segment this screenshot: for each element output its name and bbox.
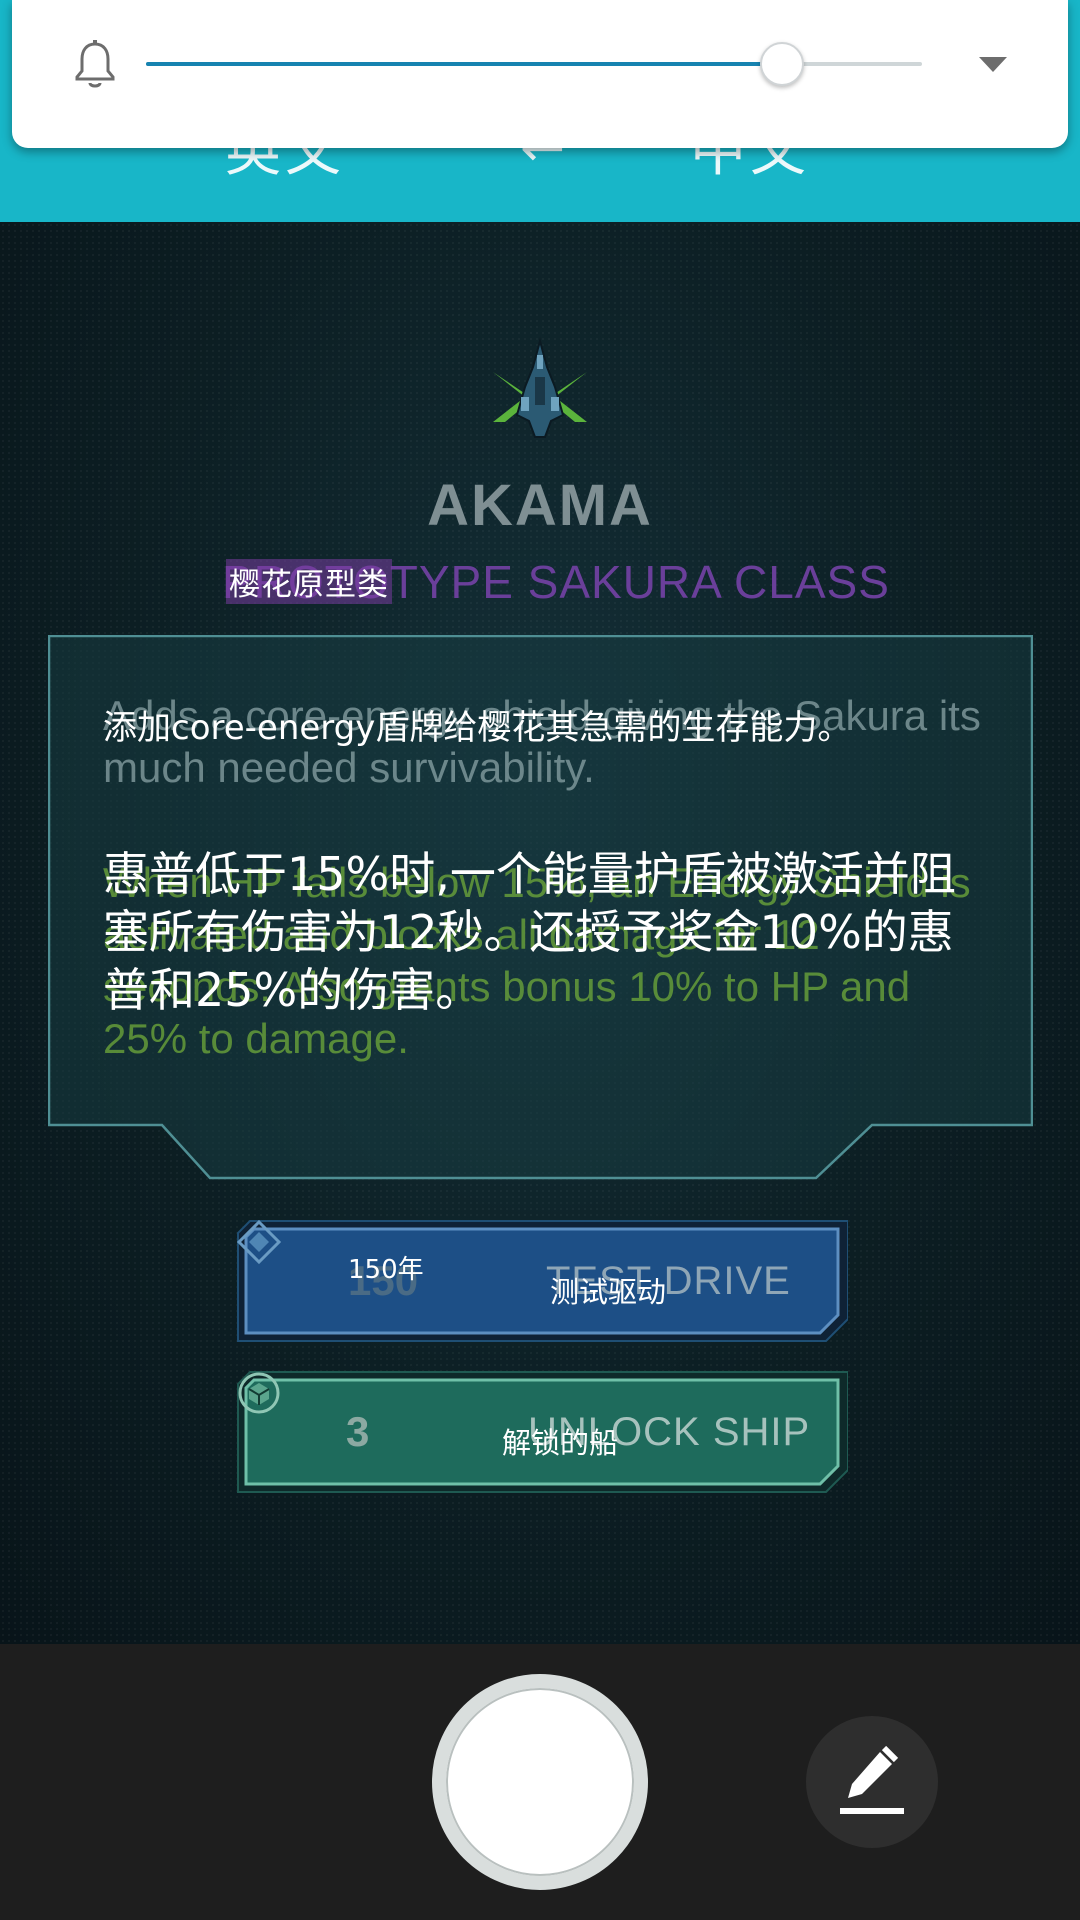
volume-slider-fill — [146, 62, 783, 66]
test-drive-label-translation: 测试驱动 — [550, 1275, 667, 1309]
unlock-ship-label-translation: 解锁的船 — [502, 1426, 619, 1460]
expand-arrow-icon[interactable] — [976, 48, 1010, 78]
ship-class: PROTOTYPE SAKURA CLASS 樱花原型类 — [222, 547, 889, 609]
description-translation: 添加core-energy盾牌给樱花其急需的生存能力。 — [103, 708, 852, 748]
unlock-ship-button[interactable]: 3 UNLOCK SHIP 解锁的船 — [236, 1370, 848, 1494]
starship-icon — [493, 337, 587, 438]
camera-controls-bar — [0, 1644, 1080, 1920]
ship-name: AKAMA — [427, 473, 653, 538]
pencil-icon — [840, 1746, 904, 1814]
bell-icon[interactable] — [72, 40, 118, 90]
test-drive-cost-translation: 150年 — [348, 1255, 424, 1285]
screen: ‹ 英文 ⇄ 中文 AKAMA — [0, 0, 1080, 1920]
volume-slider[interactable] — [146, 42, 922, 86]
ship-detail-screen: AKAMA PROTOTYPE SAKURA CLASS 樱花原型类 Adds … — [0, 222, 1080, 1644]
ship-description-panel: Adds a core-energy shield giving the Sak… — [48, 635, 1033, 1181]
unlock-token-icon — [238, 1372, 280, 1414]
ship-class-translation: 樱花原型类 — [226, 559, 392, 604]
unlock-ship-cost: 3 — [346, 1408, 370, 1455]
test-drive-button[interactable]: 150 150年 TEST DRIVE 测试驱动 — [236, 1219, 848, 1343]
volume-panel — [12, 0, 1068, 148]
shutter-button[interactable] — [432, 1674, 648, 1890]
volume-slider-thumb[interactable] — [760, 42, 805, 86]
diamond-icon — [236, 1219, 282, 1265]
effect-translation: 惠普低于15%时,一个能量护盾被激活并阻塞所有伤害为12秒。还授予奖金10%的惠… — [103, 847, 956, 1017]
edit-button[interactable] — [806, 1716, 938, 1848]
